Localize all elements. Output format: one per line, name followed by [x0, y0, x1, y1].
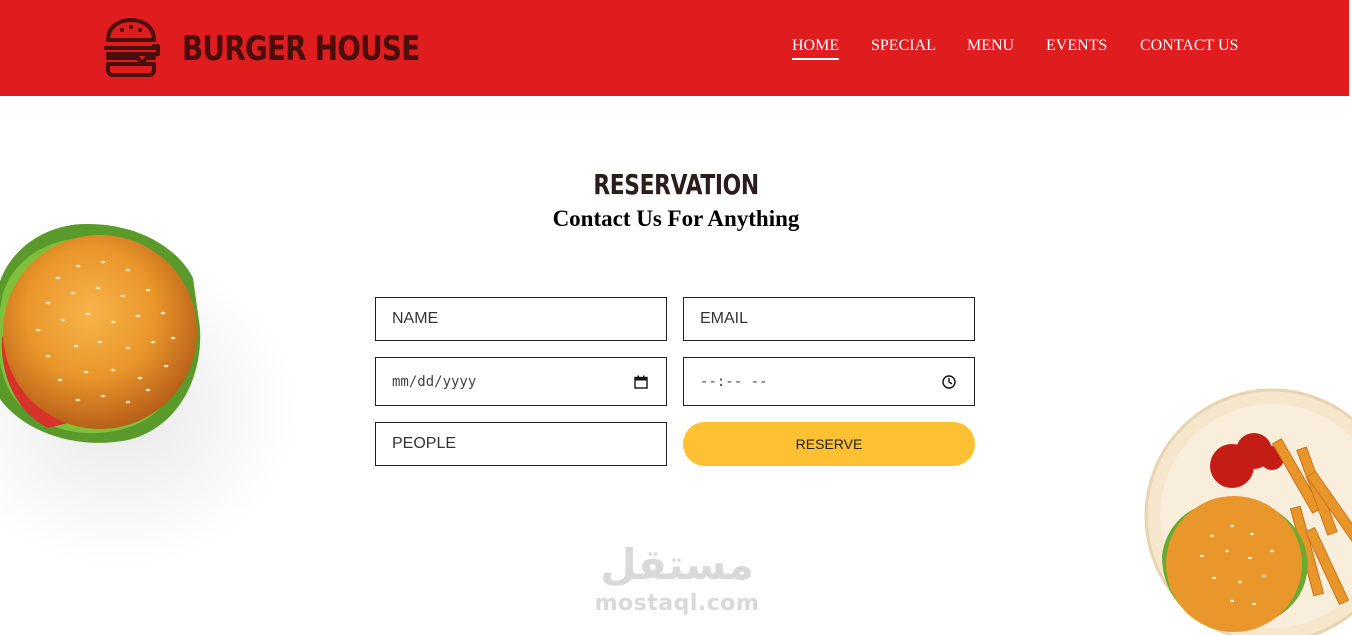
nav-special[interactable]: SPECIAL	[871, 37, 936, 55]
date-input[interactable]: mm/dd/yyyy	[375, 357, 667, 406]
site-header: BURGER HOUSE HOME SPECIAL MENU EVENTS CO…	[0, 0, 1349, 96]
watermark-arabic: مستقل	[600, 540, 754, 589]
nav-home[interactable]: HOME	[792, 37, 840, 60]
reservation-subtitle: Contact Us For Anything	[552, 206, 800, 231]
date-placeholder: mm/dd/yyyy	[392, 373, 477, 390]
nav-contact-us[interactable]: CONTACT US	[1140, 37, 1238, 55]
reserve-button[interactable]: RESERVE	[683, 422, 975, 466]
main-nav: HOME SPECIAL MENU EVENTS CONTACT US	[0, 37, 1352, 61]
burger-and-fries-plate-photo	[1144, 388, 1352, 635]
calendar-icon[interactable]	[634, 375, 648, 389]
nav-events[interactable]: EVENTS	[1046, 37, 1107, 55]
time-placeholder: --:-- --	[700, 373, 768, 390]
clock-icon[interactable]	[942, 374, 956, 389]
reservation-title-text: RESERVATION	[593, 168, 759, 201]
watermark-latin: mostaql.com	[594, 591, 760, 616]
email-input[interactable]	[683, 297, 975, 341]
burger-photo	[0, 223, 201, 443]
time-input[interactable]: --:-- --	[683, 357, 975, 406]
watermark: مستقل mostaql.com	[593, 540, 761, 625]
reservation-title: RESERVATION	[0, 168, 1352, 201]
name-input[interactable]	[375, 297, 667, 341]
people-input[interactable]	[375, 422, 667, 466]
nav-menu[interactable]: MENU	[967, 37, 1014, 55]
